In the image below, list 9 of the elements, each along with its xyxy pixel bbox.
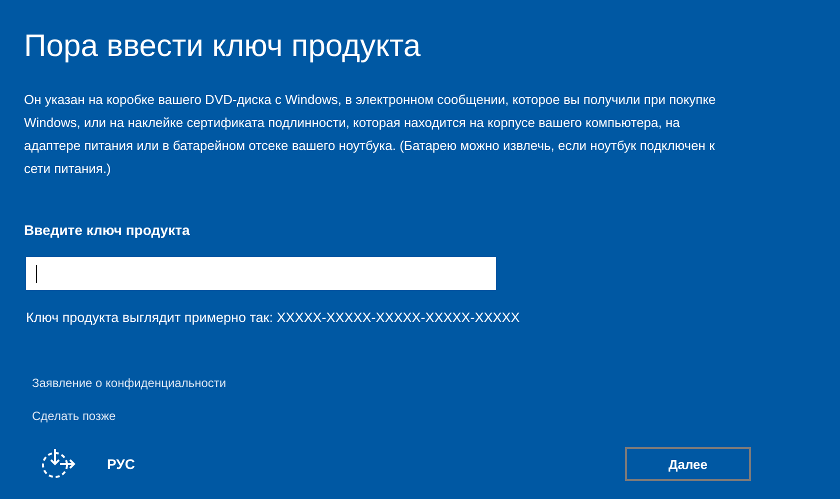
text-link[interactable]: Сделать позже (32, 407, 116, 426)
product-key-field[interactable] (26, 257, 496, 290)
page-title: Пора ввести ключ продукта (24, 27, 421, 65)
key-format-hint: Ключ продукта выглядит примерно так: XXXXX-XXXXX-XXXXX-XXXXX-XXXXX (26, 309, 520, 327)
language-indicator[interactable]: РУС (107, 454, 135, 475)
next-button[interactable]: Далее (624, 447, 751, 482)
text-link[interactable]: Заявление о конфиденциальности (32, 374, 226, 392)
description-text: Он указан на коробке вашего DVD-диска с Windows, в электронном сообщении, которое вы получили при покупке Windows, или на наклейке сертификата подлинности, которая находится на корпусе вашего компьютера, на адаптере питания или в батарейном отсеке вашего ноутбука. (Батарею можно извлечь, если ноутбук подключен к сети питания.) (24, 91, 717, 178)
field-label: Введите ключ продукта (24, 221, 190, 240)
